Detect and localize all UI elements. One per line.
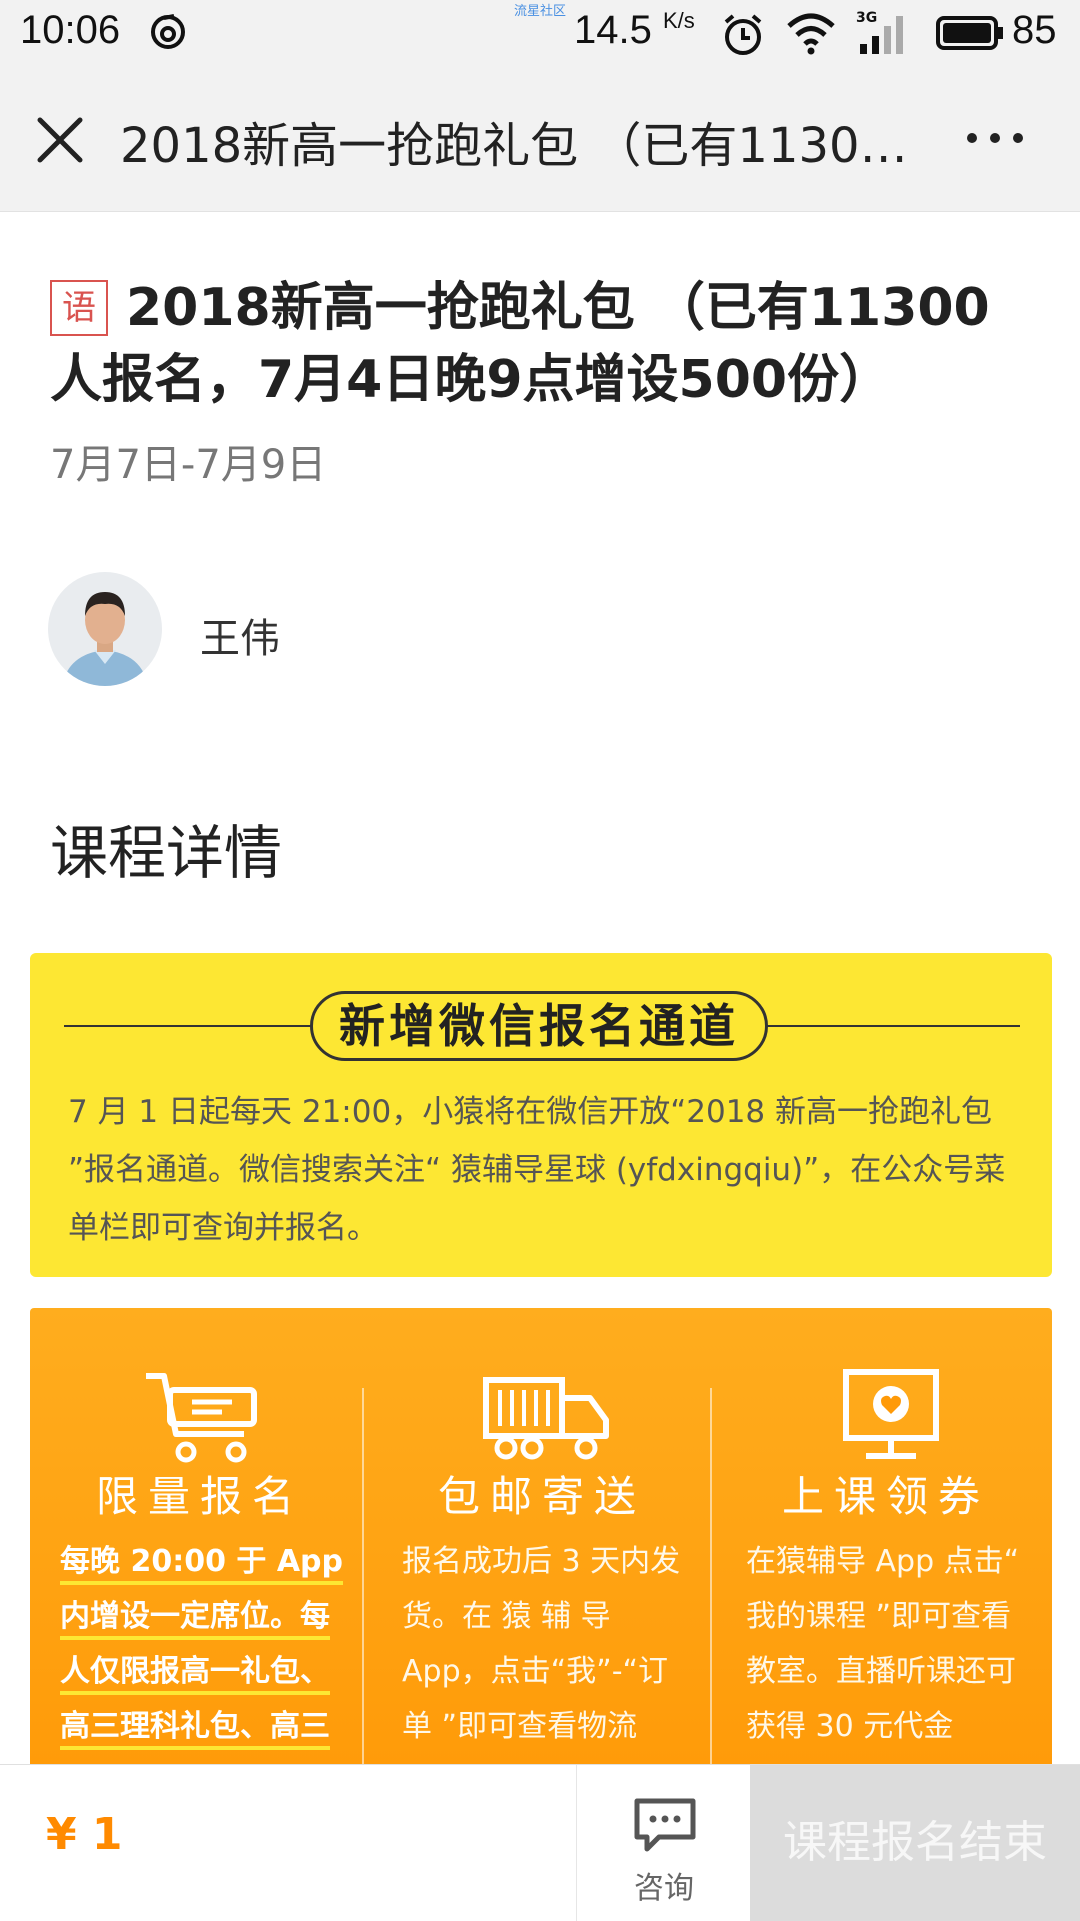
divider bbox=[64, 1025, 314, 1027]
battery-icon bbox=[936, 16, 1003, 50]
teacher-name[interactable]: 王伟 bbox=[200, 606, 280, 664]
column-divider bbox=[362, 1388, 364, 1788]
notice-heading: 新增微信报名通道 bbox=[310, 991, 768, 1061]
divider bbox=[764, 1025, 1020, 1027]
delivery-truck-icon bbox=[483, 1377, 609, 1460]
title-bar: 2018新高一抢跑礼包 （已有1130… bbox=[0, 66, 1080, 212]
status-time: 10:06 bbox=[20, 8, 121, 52]
nav-title: 2018新高一抢跑礼包 （已有1130… bbox=[120, 118, 908, 174]
notice-card: 新增微信报名通道 7 月 1 日起每天 21:00，小猿将在微信开放“2018 … bbox=[30, 953, 1052, 1277]
chat-bubble-icon bbox=[634, 1798, 696, 1852]
signal-icon: 3G bbox=[856, 10, 910, 56]
feature-coupon: 上课领券 在猿辅导 App 点击“ 我的课程 ”即可查看教室。直播听课还可获得 … bbox=[716, 1308, 1052, 1788]
net-speed: 14.5 K/s bbox=[574, 8, 695, 52]
status-bar: 10:06 流星社区 14.5 K/s 3G 85 bbox=[0, 0, 1080, 66]
alarm-icon bbox=[724, 14, 762, 55]
column-divider bbox=[710, 1388, 712, 1788]
course-title: 2018新高一抢跑礼包 （已有11300人报名，7月4日晚9点增设500份） bbox=[50, 278, 990, 410]
battery-level: 85 bbox=[1012, 8, 1057, 52]
bottom-action-bar: ¥ 1 咨询 课程报名结束 bbox=[0, 1764, 1080, 1921]
price: ¥ 1 bbox=[46, 1809, 123, 1860]
feature-text: 每晚 20:00 于 App 内增设一定席位。每人仅限报高一礼包、高三理科礼包、… bbox=[60, 1544, 343, 1744]
feature-title: 上课领券 bbox=[781, 1472, 990, 1521]
subject-badge: 语 bbox=[50, 280, 108, 336]
features-card: 限量报名 每晚 20:00 于 App 内增设一定席位。每人仅限报高一礼包、高三… bbox=[30, 1308, 1052, 1788]
feature-text: 报名成功后 3 天内发 货。在 猿 辅 导 App，点击“我”-“订 单 ”即可… bbox=[402, 1544, 681, 1744]
more-icon[interactable] bbox=[960, 118, 1030, 158]
teacher-avatar[interactable] bbox=[48, 572, 162, 686]
netease-music-icon bbox=[151, 14, 185, 49]
wifi-icon bbox=[787, 13, 835, 55]
feature-title: 包邮寄送 bbox=[437, 1472, 646, 1521]
course-date: 7月7日-7月9日 bbox=[50, 442, 327, 488]
feature-title: 限量报名 bbox=[95, 1472, 304, 1521]
feature-free-shipping: 包邮寄送 报名成功后 3 天内发 货。在 猿 辅 导 App，点击“我”-“订 … bbox=[372, 1308, 712, 1788]
consult-label: 咨询 bbox=[634, 1871, 694, 1906]
close-icon[interactable] bbox=[30, 110, 90, 170]
notice-body: 7 月 1 日起每天 21:00，小猿将在微信开放“2018 新高一抢跑礼包 ”… bbox=[68, 1094, 1006, 1246]
monitor-heart-icon bbox=[843, 1369, 939, 1459]
feature-text: 在猿辅导 App 点击“ 我的课程 ”即可查看教室。直播听课还可获得 30 元代… bbox=[746, 1544, 1020, 1744]
section-title: 课程详情 bbox=[50, 819, 283, 887]
shopping-cart-icon bbox=[146, 1373, 257, 1463]
consult-button[interactable]: 咨询 bbox=[576, 1765, 750, 1921]
watermark: 流星社区 bbox=[514, 4, 567, 19]
signup-button[interactable]: 课程报名结束 bbox=[750, 1765, 1080, 1921]
feature-limited-signup: 限量报名 每晚 20:00 于 App 内增设一定席位。每人仅限报高一礼包、高三… bbox=[30, 1308, 370, 1788]
